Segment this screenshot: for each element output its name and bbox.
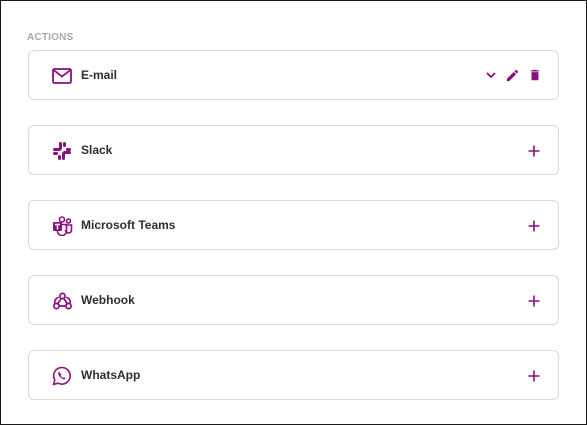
action-label-teams: Microsoft Teams: [81, 218, 176, 232]
add-slack-button[interactable]: [524, 141, 544, 161]
teams-icon: [51, 215, 73, 237]
action-card-webhook[interactable]: Webhook: [28, 275, 559, 325]
action-label-webhook: Webhook: [81, 293, 135, 307]
mail-icon: [51, 65, 73, 87]
trash-icon[interactable]: [528, 67, 542, 83]
add-whatsapp-button[interactable]: [524, 366, 544, 386]
action-card-whatsapp[interactable]: WhatsApp: [28, 350, 559, 400]
action-card-teams[interactable]: Microsoft Teams: [28, 200, 559, 250]
action-label-whatsapp: WhatsApp: [81, 368, 141, 382]
slack-icon: [51, 140, 73, 162]
plus-icon: [528, 370, 540, 382]
add-webhook-button[interactable]: [524, 291, 544, 311]
whatsapp-icon: [51, 365, 73, 387]
email-controls: [485, 67, 542, 83]
section-label: ACTIONS: [27, 32, 74, 43]
plus-icon: [528, 145, 540, 157]
action-card-email[interactable]: E-mail: [28, 50, 559, 100]
webhook-icon: [51, 290, 73, 312]
plus-icon: [528, 295, 540, 307]
plus-icon: [528, 220, 540, 232]
actions-panel: ACTIONS E-mail Slack Microsoft Teams Web…: [0, 0, 587, 425]
chevron-down-icon[interactable]: [485, 69, 497, 81]
action-card-slack[interactable]: Slack: [28, 125, 559, 175]
action-label-email: E-mail: [81, 68, 118, 82]
pencil-icon[interactable]: [505, 68, 520, 83]
action-label-slack: Slack: [81, 143, 113, 157]
add-teams-button[interactable]: [524, 216, 544, 236]
